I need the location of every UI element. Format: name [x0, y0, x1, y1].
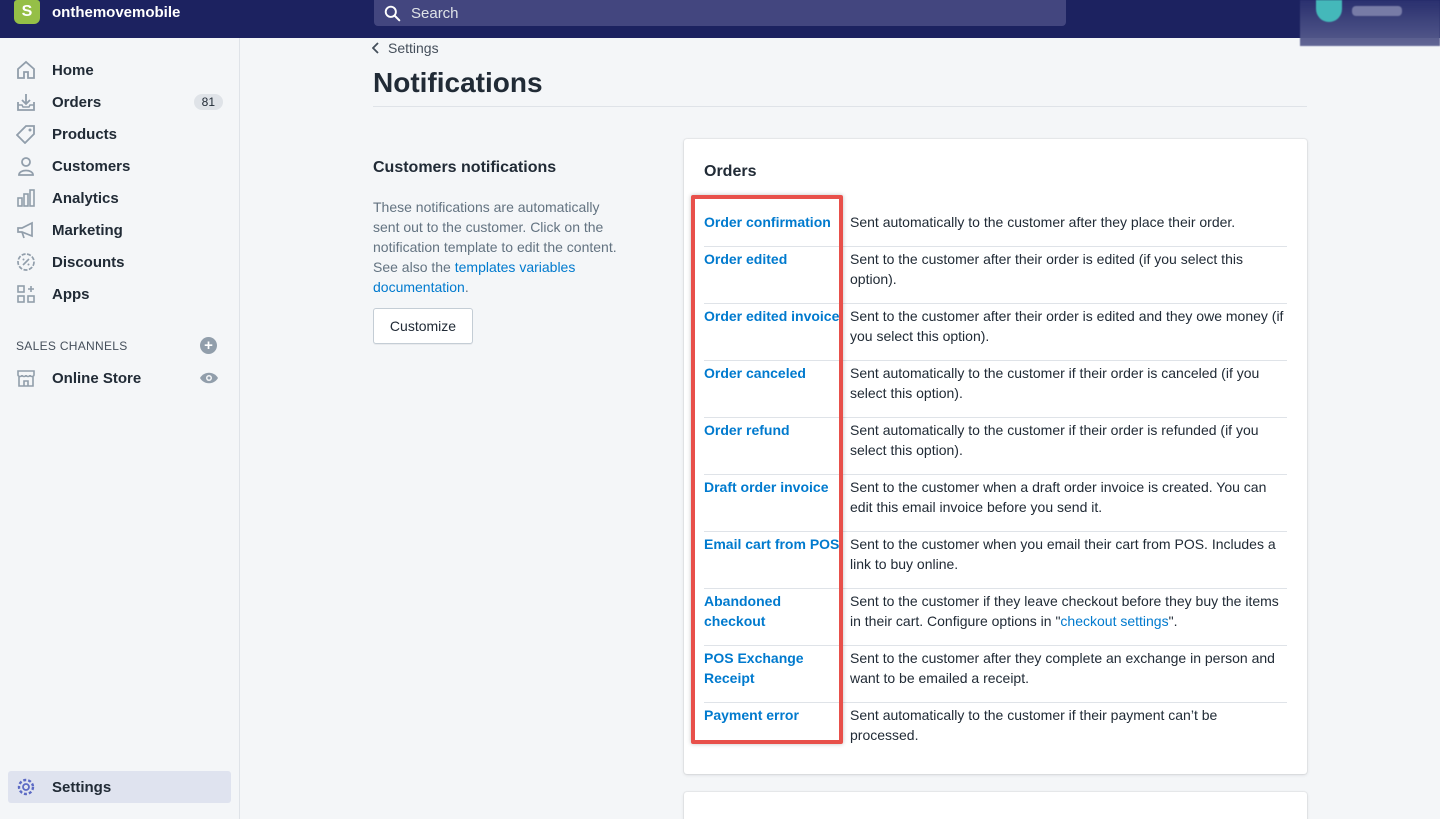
section-description: These notifications are automatically se…	[373, 197, 623, 297]
notification-description: Sent to the customer after their order i…	[850, 308, 1284, 344]
top-bar: S onthemovemobile Search	[0, 0, 1440, 46]
sidebar-item-online-store[interactable]: Online Store	[8, 362, 231, 394]
sidebar-item-home[interactable]: Home	[8, 54, 231, 86]
sidebar-item-label: Products	[52, 125, 118, 143]
user-menu[interactable]	[1300, 0, 1440, 46]
tag-icon	[16, 124, 36, 144]
shopify-logo-icon: S	[14, 0, 40, 24]
add-sales-channel-icon[interactable]: +	[200, 337, 217, 354]
sidebar-item-settings[interactable]: Settings	[8, 771, 231, 803]
checkout-settings-link[interactable]: checkout settings	[1060, 613, 1168, 629]
sidebar-item-label: Online Store	[52, 369, 142, 387]
notification-description: Sent automatically to the customer after…	[850, 214, 1236, 230]
sidebar-item-label: Home	[52, 61, 94, 79]
gear-icon	[16, 777, 36, 797]
notification-description: Sent to the customer if they leave check…	[850, 591, 1287, 645]
apps-icon	[16, 284, 36, 304]
sidebar-item-apps[interactable]: Apps	[8, 278, 231, 310]
avatar	[1316, 0, 1342, 22]
sidebar-item-label: Discounts	[52, 253, 125, 271]
sidebar-item-discounts[interactable]: Discounts	[8, 246, 231, 278]
home-icon	[16, 60, 36, 80]
sidebar-item-label: Settings	[52, 778, 112, 796]
orders-count-badge: 81	[193, 94, 223, 110]
sidebar-item-analytics[interactable]: Analytics	[8, 182, 231, 214]
notification-description: Sent to the customer when you email thei…	[850, 536, 1276, 572]
page-title: Notifications	[373, 67, 543, 98]
sales-channels-heading: SALES CHANNELS	[16, 339, 128, 353]
sidebar-item-orders[interactable]: Orders 81	[8, 86, 231, 118]
store-switcher[interactable]: S onthemovemobile	[14, 0, 180, 24]
next-card	[684, 792, 1307, 819]
search-placeholder: Search	[411, 4, 459, 22]
divider	[373, 106, 1307, 107]
sidebar-item-marketing[interactable]: Marketing	[8, 214, 231, 246]
highlight-annotation-box	[691, 195, 843, 744]
search-icon	[384, 5, 401, 21]
orders-icon	[16, 92, 36, 112]
discount-icon	[16, 252, 36, 272]
user-name-blurred	[1352, 6, 1402, 16]
sidebar-item-label: Apps	[52, 285, 90, 303]
notification-description: Sent to the customer after their order i…	[850, 251, 1243, 287]
megaphone-icon	[16, 220, 36, 240]
sidebar-item-products[interactable]: Products	[8, 118, 231, 150]
breadcrumb[interactable]: Settings	[372, 38, 439, 58]
section-title: Customers notifications	[373, 159, 557, 176]
store-name: onthemovemobile	[52, 3, 181, 21]
description-text: ".	[1168, 613, 1178, 629]
section-description-end: .	[464, 279, 469, 295]
search-input[interactable]: Search	[374, 0, 1066, 26]
bar-chart-icon	[16, 188, 36, 208]
sidebar: Home Orders 81 Products Customers Analyt…	[0, 38, 240, 819]
notification-description: Sent to the customer after they complete…	[850, 650, 1275, 686]
sidebar-item-label: Orders	[52, 93, 102, 111]
chevron-left-icon	[372, 42, 379, 54]
notification-description: Sent automatically to the customer if th…	[850, 707, 1218, 743]
sidebar-item-label: Customers	[52, 157, 131, 175]
eye-icon[interactable]	[199, 371, 219, 390]
notification-description: Sent automatically to the customer if th…	[850, 365, 1260, 401]
person-icon	[16, 156, 36, 176]
sidebar-item-customers[interactable]: Customers	[8, 150, 231, 182]
sidebar-item-label: Marketing	[52, 221, 123, 239]
customize-button[interactable]: Customize	[373, 308, 473, 344]
sidebar-item-label: Analytics	[52, 189, 119, 207]
card-title: Orders	[704, 163, 757, 180]
store-icon	[16, 368, 36, 388]
breadcrumb-label: Settings	[388, 40, 439, 56]
notification-description: Sent automatically to the customer if th…	[850, 422, 1259, 458]
notification-description: Sent to the customer when a draft order …	[850, 479, 1267, 515]
